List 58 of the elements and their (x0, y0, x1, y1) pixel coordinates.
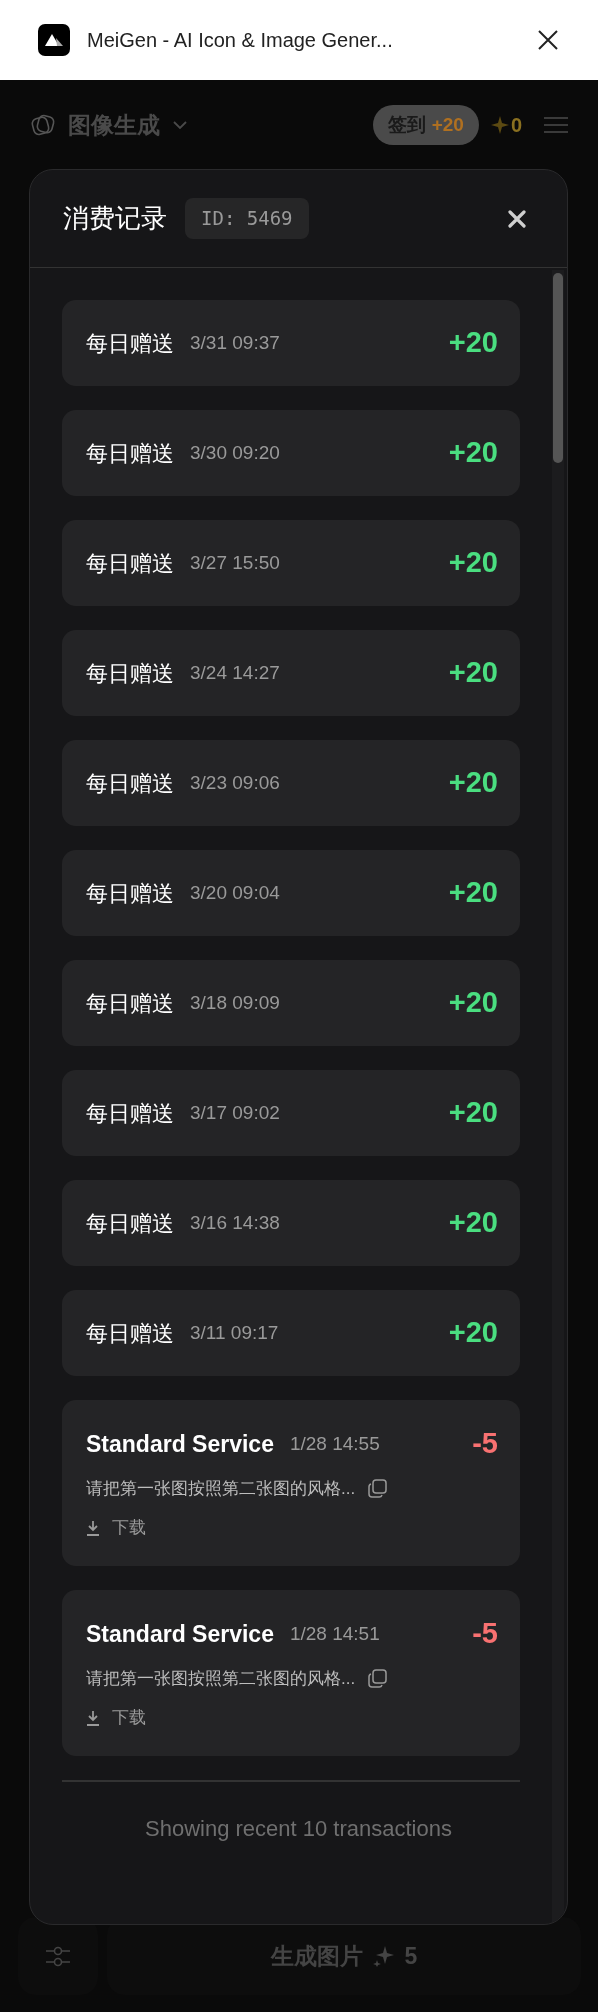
amount: +20 (448, 875, 498, 911)
sparkle-icon (490, 116, 509, 134)
transaction-time: 1/28 14:51 (289, 1621, 380, 1646)
transaction-name: 每日赠送 (86, 329, 174, 358)
transaction-name: 每日赠送 (86, 1319, 174, 1348)
sparkle-icon (372, 1945, 395, 1967)
window-title: MeiGen - AI Icon & Image Gener... (87, 28, 393, 53)
transaction-name: 每日赠送 (86, 549, 174, 578)
transaction-name: 每日赠送 (86, 769, 174, 798)
transaction-time: 3/17 09:02 (190, 1100, 280, 1125)
transaction-name: 每日赠送 (86, 989, 174, 1018)
layers-icon (30, 112, 56, 138)
transaction-time: 1/28 14:55 (289, 1431, 380, 1456)
transaction-name: Standard Service (86, 1429, 274, 1459)
transaction-time: 3/30 09:20 (190, 440, 280, 465)
close-icon[interactable] (536, 28, 560, 52)
transaction-time: 3/18 09:09 (190, 990, 280, 1015)
transaction-time: 3/23 09:06 (190, 770, 280, 795)
transaction-time: 3/20 09:04 (190, 880, 280, 905)
transaction-time: 3/27 15:50 (190, 550, 280, 575)
copy-icon[interactable] (367, 1667, 389, 1689)
chevron-down-icon (172, 120, 188, 130)
modal-title: 消费记录 (63, 202, 167, 235)
mode-dropdown[interactable]: 图像生成 (68, 107, 188, 143)
amount: +20 (448, 985, 498, 1021)
amount: +20 (448, 1205, 498, 1241)
amount: +20 (448, 1315, 498, 1351)
transaction-name: 每日赠送 (86, 439, 174, 468)
download-icon (86, 1709, 100, 1726)
transaction-name: Standard Service (86, 1619, 274, 1649)
download-icon (86, 1519, 100, 1536)
amount: -5 (472, 1616, 498, 1651)
credit-count: 0 (510, 113, 522, 138)
amount: +20 (448, 435, 498, 471)
prompt-text: 请把第一张图按照第二张图的风格... (86, 1667, 356, 1690)
app-logo-icon (38, 24, 70, 56)
close-icon (508, 209, 526, 228)
user-id-badge: ID: 5469 (185, 198, 309, 239)
transaction-name: 每日赠送 (86, 1099, 174, 1128)
amount: +20 (448, 545, 498, 581)
transaction-name: 每日赠送 (86, 659, 174, 688)
transaction-time: 3/31 09:37 (190, 330, 280, 355)
scrollbar-thumb[interactable] (553, 273, 563, 463)
download-link[interactable]: 下载 (86, 1515, 146, 1541)
copy-icon[interactable] (367, 1477, 389, 1499)
transaction-name: 每日赠送 (86, 1209, 174, 1238)
transaction-name: 每日赠送 (86, 879, 174, 908)
footer-note: Showing recent 10 transactions (145, 1815, 452, 1843)
transaction-time: 3/16 14:38 (190, 1210, 280, 1235)
transaction-time: 3/24 14:27 (190, 660, 280, 685)
amount: +20 (448, 655, 498, 691)
amount: +20 (448, 1095, 498, 1131)
amount: -5 (472, 1426, 498, 1461)
transaction-time: 3/11 09:17 (190, 1320, 279, 1345)
amount: +20 (448, 325, 498, 361)
download-link[interactable]: 下载 (86, 1705, 146, 1731)
prompt-text: 请把第一张图按照第二张图的风格... (86, 1477, 356, 1500)
amount: +20 (448, 765, 498, 801)
